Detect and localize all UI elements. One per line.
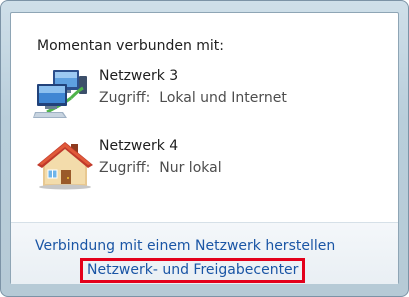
- connect-to-network-link[interactable]: Verbindung mit einem Netzwerk herstellen: [35, 238, 335, 254]
- flyout-footer: Verbindung mit einem Netzwerk herstellen…: [11, 222, 398, 284]
- network-sharing-center-link[interactable]: Netzwerk- und Freigabecenter: [80, 258, 306, 283]
- network-name: Netzwerk 4: [99, 138, 179, 154]
- network-entry-netzwerk-4[interactable]: Netzwerk 4 Zugriff: Nur lokal: [33, 138, 363, 200]
- network-name: Netzwerk 3: [99, 68, 179, 84]
- home-network-icon: [37, 142, 93, 190]
- network-entry-netzwerk-3[interactable]: Netzwerk 3 Zugriff: Lokal und Internet: [33, 68, 363, 130]
- network-access: Zugriff: Lokal und Internet: [99, 90, 287, 106]
- network-access: Zugriff: Nur lokal: [99, 160, 222, 176]
- connected-heading: Momentan verbunden mit:: [37, 38, 225, 54]
- network-computers-icon: [33, 70, 87, 118]
- network-flyout-frame: Momentan verbunden mit: Netzwerk 3 Zugri…: [0, 0, 409, 297]
- network-flyout-panel: Momentan verbunden mit: Netzwerk 3 Zugri…: [10, 12, 399, 284]
